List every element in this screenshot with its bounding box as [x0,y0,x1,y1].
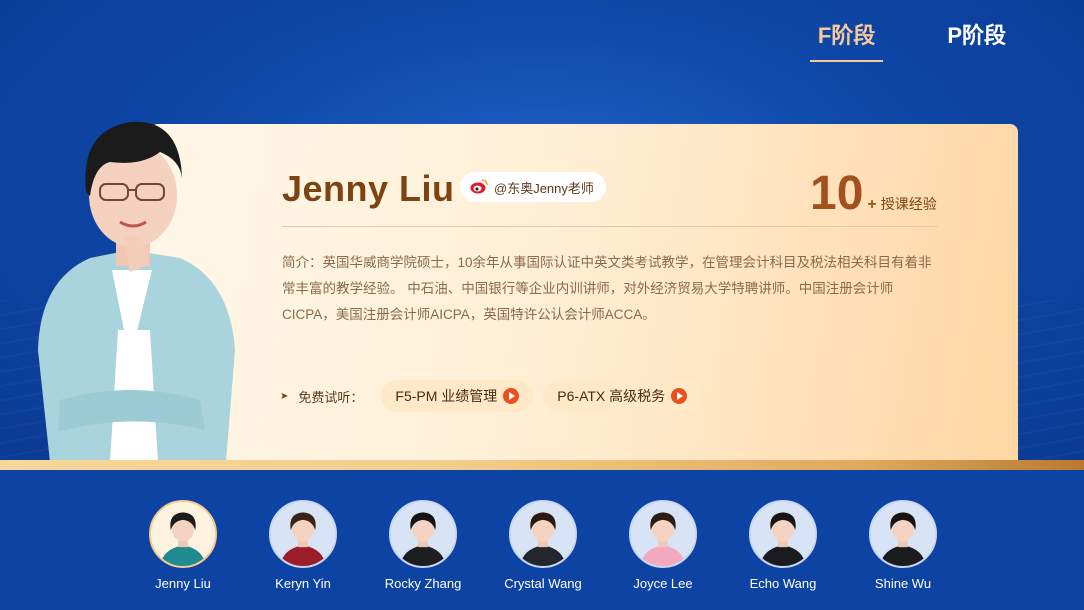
teacher-item-name: Joyce Lee [633,576,693,591]
experience-label: 授课经验 [880,196,937,212]
experience-stat: 10 + 授课经验 [810,166,937,221]
avatar [749,500,817,568]
avatar [869,500,937,568]
teacher-item-name: Rocky Zhang [384,576,462,591]
teacher-item-rocky-zhang[interactable]: Rocky Zhang [363,500,483,591]
teacher-item-name: Crystal Wang [504,576,582,591]
free-trial-label: 免费试听： [298,389,364,405]
weibo-handle: @东奥Jenny老师 [494,180,594,196]
teacher-item-crystal-wang[interactable]: Crystal Wang [483,500,603,591]
experience-number: 10 [810,167,864,220]
teacher-intro: 简介：英国华威商学院硕士，10余年从事国际认证中英文类考试教学，在管理会计科目及… [282,255,932,322]
course-button-p6-atx[interactable]: P6-ATX 高级税务 [543,380,702,412]
tab-p-stage[interactable]: P阶段 [939,18,1014,62]
stage-tabs: F阶段 P阶段 [809,18,1014,62]
teacher-item-name: Shine Wu [874,576,932,591]
avatar [269,500,337,568]
teacher-item-name: Jenny Liu [155,576,211,591]
teacher-portrait [38,121,235,462]
gold-divider-strip [0,460,1084,470]
course-button-f5-pm[interactable]: F5-PM 业绩管理 [381,380,534,412]
teacher-item-jenny-liu[interactable]: Jenny Liu [123,500,243,591]
free-trial-row: ➤ 免费试听： F5-PM 业绩管理 P6-ATX 高级税务 [280,380,711,412]
avatar [629,500,697,568]
teacher-name: Jenny Liu [282,168,455,209]
teacher-item-name: Echo Wang [749,576,817,591]
avatar [149,500,217,568]
play-icon [503,388,520,404]
avatar [389,500,457,568]
avatar [509,500,577,568]
teacher-item-joyce-lee[interactable]: Joyce Lee [603,500,723,591]
teacher-item-keryn-yin[interactable]: Keryn Yin [243,500,363,591]
weibo-badge[interactable]: @东奥Jenny老师 [460,172,606,202]
experience-plus: + [867,196,877,213]
tab-f-stage[interactable]: F阶段 [809,18,884,62]
teacher-item-shine-wu[interactable]: Shine Wu [843,500,963,591]
course-label: P6-ATX 高级税务 [557,388,666,404]
course-label: F5-PM 业绩管理 [395,388,498,404]
card-divider [282,226,938,227]
teacher-item-echo-wang[interactable]: Echo Wang [723,500,843,591]
weibo-icon [470,178,488,197]
play-icon [671,388,688,404]
teacher-item-name: Keryn Yin [275,576,331,591]
teacher-selector: Jenny Liu Keryn Yin Rocky Zhang Crystal … [0,470,1084,610]
arrow-right-icon: ➤ [280,390,289,402]
